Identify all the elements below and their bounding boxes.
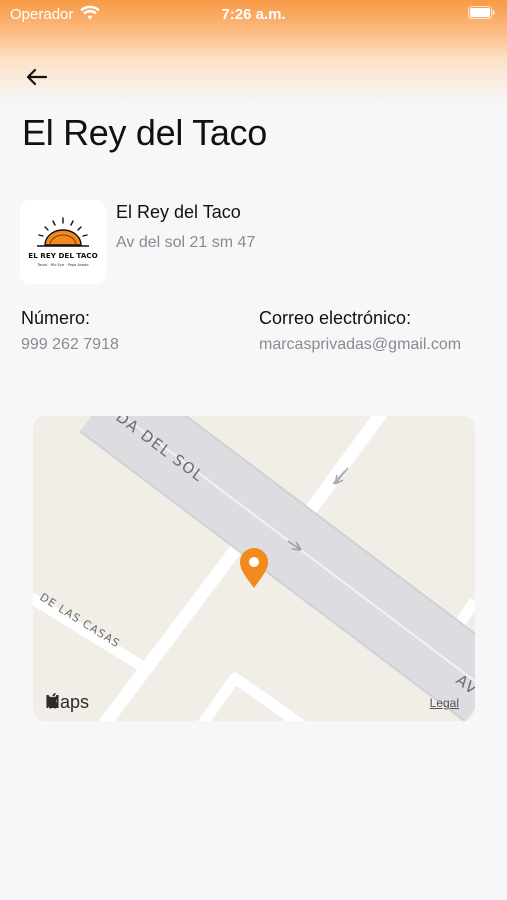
business-name: El Rey del Taco [116, 202, 241, 222]
back-arrow-icon [26, 68, 48, 86]
email-label: Correo electrónico: [259, 308, 412, 328]
clock: 7:26 a.m. [221, 6, 286, 23]
business-address: Av del sol 21 sm 47 [116, 234, 256, 251]
logo-text: EL REY DEL TACO [28, 251, 97, 260]
business-logo: EL REY DEL TACO Tacos · Rib Eye · Papa A… [20, 200, 106, 284]
status-bar: Operador 7:26 a.m. [0, 0, 507, 28]
battery-icon [468, 6, 495, 23]
location-pin-icon[interactable] [240, 548, 268, 588]
phone-number[interactable]: 999 262 7918 [21, 336, 119, 354]
email-address[interactable]: marcasprivadas@gmail.com [259, 336, 461, 354]
page-title: El Rey del Taco [22, 112, 267, 153]
street-label-secondary: DE LAS CASAS [37, 591, 122, 651]
maps-attribution: Maps [45, 692, 89, 713]
legal-link[interactable]: Legal [430, 696, 459, 710]
logo-subtext: Tacos · Rib Eye · Papa Asada [36, 263, 88, 267]
back-button[interactable] [22, 62, 52, 92]
apple-logo-icon [46, 693, 59, 709]
phone-label: Número: [21, 308, 91, 328]
location-map[interactable]: DA DEL SOL DE LAS CASAS AV Maps Legal [33, 416, 475, 721]
